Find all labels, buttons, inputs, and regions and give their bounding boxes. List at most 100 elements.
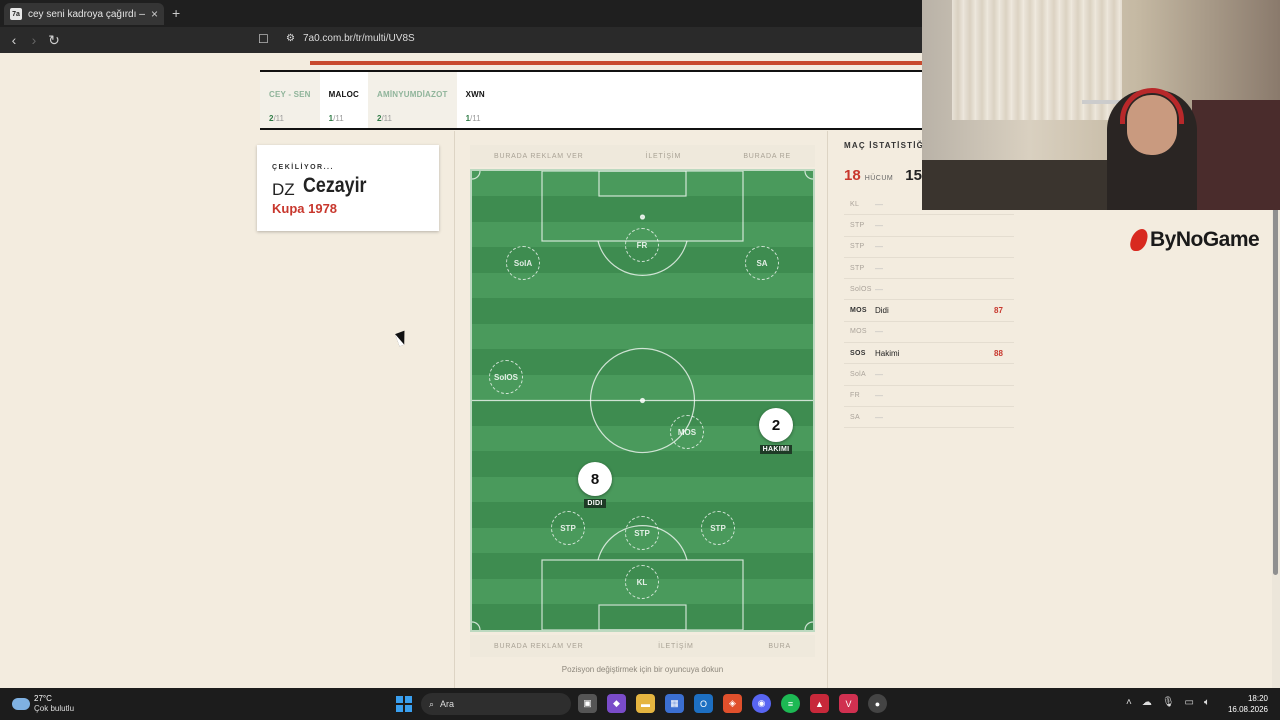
task-view-icon[interactable]: ▣ xyxy=(578,694,597,713)
stat-player: Hakimi xyxy=(875,348,900,358)
start-button[interactable] xyxy=(396,696,412,712)
outlook-icon[interactable]: O xyxy=(694,694,713,713)
clock-date: 16.08.2026 xyxy=(1227,705,1268,714)
stat-position: MOS xyxy=(850,307,867,315)
discord-icon[interactable]: ◉ xyxy=(752,694,771,713)
game-launcher-icon[interactable]: ▲ xyxy=(810,694,829,713)
position-slot-stp3[interactable]: STP xyxy=(701,511,735,545)
team-tab[interactable]: AMİNYUMDİAZOT 2/11 xyxy=(368,72,457,128)
taskbar-search[interactable]: ⌕ Ara xyxy=(421,693,571,715)
app-icon[interactable]: ◆ xyxy=(607,694,626,713)
attack-value: 18 xyxy=(844,167,861,184)
brave-browser-icon[interactable]: ◈ xyxy=(723,694,742,713)
attack-label: HÜCUM xyxy=(864,175,894,182)
stat-player: — xyxy=(875,220,883,230)
ad-link[interactable]: BURADA REKLAM VER xyxy=(494,643,583,650)
progress-line xyxy=(310,61,922,65)
cup-name: Kupa 1978 xyxy=(272,201,338,216)
store-icon[interactable]: ▦ xyxy=(665,694,684,713)
browser-tab[interactable]: 7a cey seni kadroya çağırdı — 7 a 0 × xyxy=(4,3,164,25)
stat-row: STP — xyxy=(844,215,1014,237)
forward-icon[interactable]: › xyxy=(24,32,44,48)
position-slot-stp1[interactable]: STP xyxy=(551,511,585,545)
stat-row: STP — xyxy=(844,237,1014,258)
stat-position: KL xyxy=(850,200,860,208)
position-slot-stp2[interactable]: STP xyxy=(625,516,659,550)
bynogame-brand: ByNoGame xyxy=(1150,228,1260,251)
bynogame-logo-icon xyxy=(1128,229,1150,251)
team-score: 2/11 xyxy=(377,114,392,123)
player-name: DIDI xyxy=(584,499,606,508)
team-name: MALOC xyxy=(328,90,359,99)
player-number: 8 xyxy=(578,462,612,496)
app-icon-red[interactable]: V xyxy=(839,694,858,713)
stat-row: SA — xyxy=(844,407,1014,429)
team-tab[interactable]: MALOC 1/11 xyxy=(320,72,368,128)
player-hakimi[interactable]: 2 HAKIMI xyxy=(759,408,793,454)
team-name: XWN xyxy=(465,90,485,99)
cloud-sync-icon[interactable]: ☁ xyxy=(1142,697,1152,708)
chevron-up-icon[interactable]: ˄ xyxy=(1126,697,1132,708)
position-slot-kl[interactable]: KL xyxy=(625,565,659,599)
address-bar[interactable]: ⚙ 7a0.com.br/tr/multi/UV8S xyxy=(286,33,415,44)
back-icon[interactable]: ‹ xyxy=(4,32,24,48)
reload-icon[interactable]: ↻ xyxy=(44,32,64,49)
stat-row: SOS Hakimi 88 xyxy=(844,343,1014,365)
country-name: Cezayir xyxy=(303,174,367,197)
network-icon[interactable]: ▭ xyxy=(1185,697,1194,708)
team-name: CEY - SEN xyxy=(269,90,311,99)
stat-position: SolOS xyxy=(850,285,872,293)
webcam-overlay xyxy=(922,0,1280,210)
ad-link[interactable]: BURA xyxy=(768,643,791,650)
obs-icon[interactable]: ● xyxy=(868,694,887,713)
draw-status: ÇEKİLİYOR... xyxy=(272,164,334,171)
file-explorer-icon[interactable]: ▬ xyxy=(636,694,655,713)
stat-row: MOS Didi 87 xyxy=(844,300,1014,322)
player-didi[interactable]: 8 DIDI xyxy=(578,462,612,508)
position-slot-sa[interactable]: SA xyxy=(745,246,779,280)
stat-score: 88 xyxy=(994,348,1003,358)
position-slot-fr[interactable]: FR xyxy=(625,228,659,262)
football-pitch: FR SolA SA SolOS MOS STP STP STP KL 2 HAKIMI 8 DIDI xyxy=(470,169,815,632)
ad-link[interactable]: BURADA RE xyxy=(743,153,791,160)
ad-row-bottom: BURADA REKLAM VER İLETİŞİM BURA xyxy=(470,635,815,657)
weather-widget[interactable]: 27°C Çok bulutlu xyxy=(12,694,74,713)
bookmark-icon[interactable]: ☐ xyxy=(258,32,269,46)
search-icon: ⌕ xyxy=(429,698,435,709)
stat-position: SOS xyxy=(850,349,866,357)
stat-player: — xyxy=(875,263,883,273)
position-slot-mos[interactable]: MOS xyxy=(670,415,704,449)
stat-position: SolA xyxy=(850,371,866,379)
microphone-icon[interactable]: 🎙︎ xyxy=(1162,697,1175,708)
team-score: 1/11 xyxy=(465,114,481,123)
weather-temp: 27°C xyxy=(34,694,52,703)
bynogame-logo: ByNoGame xyxy=(1128,228,1260,252)
stat-player: — xyxy=(875,327,883,337)
clock[interactable]: 18:20 16.08.2026 xyxy=(1222,693,1268,715)
team-tab[interactable]: XWN 1/11 xyxy=(457,72,494,128)
site-info-icon[interactable]: ⚙ xyxy=(286,33,295,44)
stat-row: FR — xyxy=(844,386,1014,407)
team-tab[interactable]: CEY - SEN 2/11 xyxy=(260,72,320,128)
ad-row-top: BURADA REKLAM VER İLETİŞİM BURADA RE xyxy=(470,145,815,167)
close-tab-icon[interactable]: × xyxy=(151,7,158,21)
stat-position: MOS xyxy=(850,328,867,336)
site-favicon-icon: 7a xyxy=(10,8,22,20)
contact-link[interactable]: İLETİŞİM xyxy=(646,153,682,160)
new-tab-icon[interactable]: + xyxy=(172,5,180,21)
volume-icon[interactable]: 🔈︎ xyxy=(1204,697,1210,708)
player-name: HAKIMI xyxy=(759,445,793,454)
draw-card: ÇEKİLİYOR... DZ Cezayir Kupa 1978 xyxy=(257,145,439,231)
url-text: 7a0.com.br/tr/multi/UV8S xyxy=(302,33,415,44)
team-bar: CEY - SEN 2/11 MALOC 1/11 AMİNYUMDİAZOT 2/11 X… xyxy=(260,70,922,130)
position-slot-sola[interactable]: SolA xyxy=(506,246,540,280)
position-slot-solos[interactable]: SolOS xyxy=(489,360,523,394)
webcam-chair xyxy=(1192,100,1280,210)
spotify-icon[interactable]: ≡ xyxy=(781,694,800,713)
stat-row: SolA — xyxy=(844,364,1014,386)
contact-link[interactable]: İLETİŞİM xyxy=(658,643,694,650)
stat-position: SA xyxy=(850,413,860,421)
ad-link[interactable]: BURADA REKLAM VER xyxy=(494,153,583,160)
taskbar: 27°C Çok bulutlu ⌕ Ara ▣ ◆ ▬ ▦ O ◈ ◉ ≡ ▲… xyxy=(0,688,1280,720)
team-score: 1/11 xyxy=(328,114,344,123)
